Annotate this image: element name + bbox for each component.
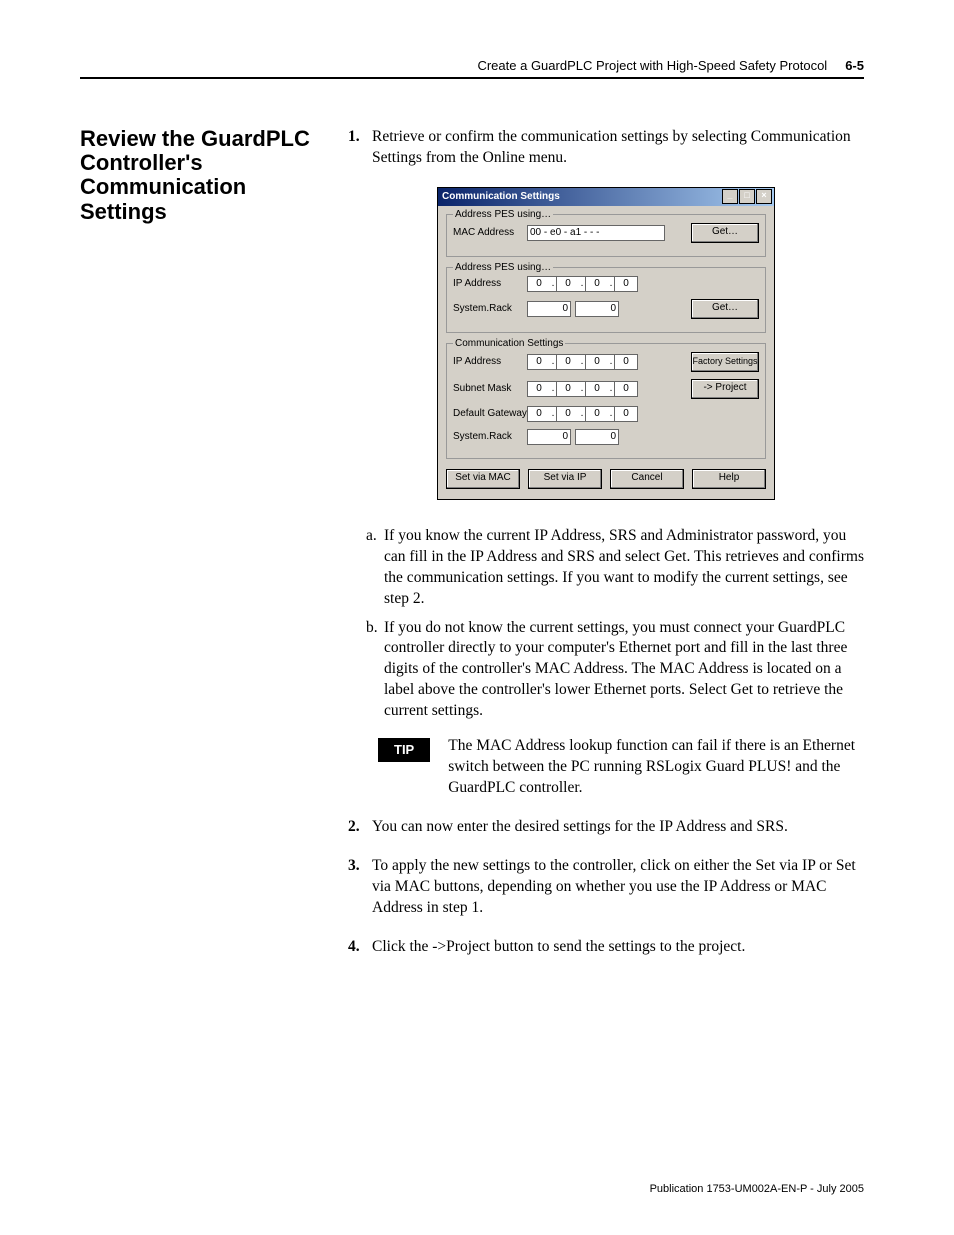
- group-comm-legend: Communication Settings: [453, 337, 565, 351]
- communication-settings-dialog: Communication Settings _ □ × Address PES…: [437, 187, 775, 500]
- step-text: To apply the new settings to the control…: [372, 856, 864, 919]
- substep-a: a. If you know the current IP Address, S…: [366, 526, 864, 610]
- minimize-icon[interactable]: _: [722, 189, 738, 204]
- dialog-titlebar[interactable]: Communication Settings _ □ ×: [438, 188, 774, 206]
- group-ip-legend: Address PES using…: [453, 261, 553, 275]
- step-4: 4. Click the ->Project button to send th…: [348, 937, 864, 958]
- mac-address-label: MAC Address: [453, 226, 527, 240]
- default-gateway-label: Default Gateway: [453, 407, 527, 421]
- step-text: Retrieve or confirm the communication se…: [372, 127, 864, 169]
- section-heading: Review the GuardPLC Controller's Communi…: [80, 127, 320, 224]
- set-via-mac-button[interactable]: Set via MAC: [446, 469, 520, 489]
- step-3: 3. To apply the new settings to the cont…: [348, 856, 864, 919]
- cs-system-rack-label: System.Rack: [453, 430, 527, 444]
- step-text: Click the ->Project button to send the s…: [372, 937, 864, 958]
- group-comm-settings: Communication Settings IP Address 0. 0. …: [446, 343, 766, 459]
- system-rack-input[interactable]: 0 0: [527, 301, 619, 317]
- step-number: 4.: [348, 937, 372, 958]
- set-via-ip-button[interactable]: Set via IP: [528, 469, 602, 489]
- default-gateway-input[interactable]: 0. 0. 0. 0: [527, 406, 638, 422]
- mac-address-input[interactable]: 00 - e0 - a1 - - -: [527, 225, 665, 241]
- help-button[interactable]: Help: [692, 469, 766, 489]
- subnet-mask-input[interactable]: 0. 0. 0. 0: [527, 381, 638, 397]
- page-number: 6-5: [845, 58, 864, 73]
- cs-ip-input[interactable]: 0. 0. 0. 0: [527, 354, 638, 370]
- substep-text: If you do not know the current settings,…: [384, 618, 864, 723]
- chapter-title: Create a GuardPLC Project with High-Spee…: [477, 58, 827, 73]
- step-1: 1. Retrieve or confirm the communication…: [348, 127, 864, 169]
- ip-address-input[interactable]: 0. 0. 0. 0: [527, 276, 638, 292]
- dialog-title: Communication Settings: [442, 190, 560, 204]
- header-rule: [80, 77, 864, 79]
- subnet-mask-label: Subnet Mask: [453, 382, 527, 396]
- get-mac-button[interactable]: Get…: [691, 223, 759, 243]
- step-number: 2.: [348, 817, 372, 838]
- maximize-icon[interactable]: □: [739, 189, 755, 204]
- substep-marker: a.: [366, 526, 384, 610]
- step-number: 1.: [348, 127, 372, 169]
- step-2: 2. You can now enter the desired setting…: [348, 817, 864, 838]
- tip-callout: TIP The MAC Address lookup function can …: [378, 736, 864, 799]
- step-text: You can now enter the desired settings f…: [372, 817, 864, 838]
- close-icon[interactable]: ×: [756, 189, 772, 204]
- tip-badge: TIP: [378, 738, 430, 762]
- ip-address-label: IP Address: [453, 277, 527, 291]
- page-header: Create a GuardPLC Project with High-Spee…: [80, 58, 864, 73]
- substep-marker: b.: [366, 618, 384, 723]
- cs-system-rack-input[interactable]: 0 0: [527, 429, 619, 445]
- substep-b: b. If you do not know the current settin…: [366, 618, 864, 723]
- to-project-button[interactable]: -> Project: [691, 379, 759, 399]
- substep-text: If you know the current IP Address, SRS …: [384, 526, 864, 610]
- group-mac-legend: Address PES using…: [453, 208, 553, 222]
- cancel-button[interactable]: Cancel: [610, 469, 684, 489]
- factory-settings-button[interactable]: Factory Settings: [691, 352, 759, 372]
- group-ip-srs: Address PES using… IP Address 0. 0. 0. 0: [446, 267, 766, 333]
- system-rack-label: System.Rack: [453, 302, 527, 316]
- cs-ip-label: IP Address: [453, 355, 527, 369]
- publication-footer: Publication 1753-UM002A-EN-P - July 2005: [650, 1183, 864, 1195]
- get-ip-button[interactable]: Get…: [691, 299, 759, 319]
- step-number: 3.: [348, 856, 372, 919]
- group-mac: Address PES using… MAC Address 00 - e0 -…: [446, 214, 766, 257]
- tip-text: The MAC Address lookup function can fail…: [448, 736, 864, 799]
